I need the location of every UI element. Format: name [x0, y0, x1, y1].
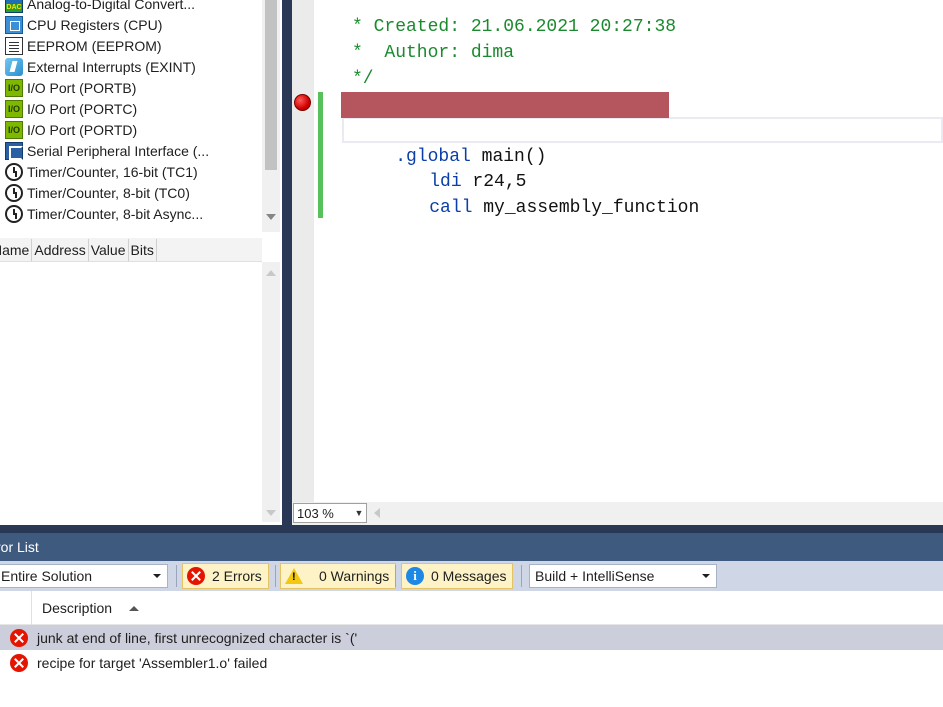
toolbar-separator [176, 565, 177, 587]
tree-item-portb[interactable]: I/O I/O Port (PORTB) [0, 77, 262, 98]
tree-item-cpu[interactable]: CPU Registers (CPU) [0, 14, 262, 35]
interrupt-icon [5, 57, 23, 76]
scope-value: Entire Solution [1, 568, 93, 584]
tree-item-label: I/O Port (PORTD) [27, 121, 138, 138]
error-list-titlebar[interactable]: Error List [0, 533, 943, 561]
error-list-toolbar: Entire Solution 2 Errors 0 Warnings 0 Me… [0, 561, 943, 591]
tree-item-label: Timer/Counter, 8-bit Async... [27, 205, 204, 222]
toolbar-separator [521, 565, 522, 587]
info-icon [406, 567, 424, 585]
register-grid: Name Address Value Bits [0, 236, 282, 524]
tree-item-tc0[interactable]: Timer/Counter, 8-bit (TC0) [0, 182, 262, 203]
tree-item-tc2[interactable]: Timer/Counter, 8-bit Async... [0, 203, 262, 224]
code-line: * Created: 21.06.2021 20:27:38 [352, 17, 677, 37]
code-line: call my_assembly_function [386, 169, 699, 218]
scope-dropdown[interactable]: Entire Solution [0, 564, 168, 588]
toolbar-separator [275, 565, 276, 587]
error-description: junk at end of line, first unrecognized … [37, 629, 358, 646]
messages-filter-button[interactable]: 0 Messages [401, 563, 514, 589]
tree-item-label: Serial Peripheral Interface (... [27, 142, 210, 159]
code-line: * Author: dima [352, 43, 515, 63]
error-row[interactable]: recipe for target 'Assembler1.o' failed [0, 650, 943, 675]
window-divider[interactable] [0, 525, 943, 533]
tree-item-exint[interactable]: External Interrupts (EXINT) [0, 56, 262, 77]
scroll-down-icon[interactable] [266, 510, 276, 516]
code-line: */ [352, 69, 374, 89]
tree-item-label: I/O Port (PORTC) [27, 100, 138, 117]
error-icon [187, 567, 205, 585]
scroll-left-icon[interactable] [374, 508, 380, 518]
eeprom-icon [5, 36, 23, 55]
zoom-dropdown[interactable]: 103 % ▼ [293, 503, 367, 523]
zoom-value: 103 % [297, 505, 334, 521]
scroll-up-icon[interactable] [266, 270, 276, 276]
build-filter-dropdown[interactable]: Build + IntelliSense [529, 564, 717, 588]
editor-footer: 103 % ▼ [292, 502, 943, 525]
breakpoint-icon[interactable] [294, 94, 311, 111]
io-port-icon: I/O [5, 120, 23, 139]
tree-item-eeprom[interactable]: EEPROM (EEPROM) [0, 35, 262, 56]
tree-item-spi[interactable]: Serial Peripheral Interface (... [0, 140, 262, 161]
warning-icon [285, 568, 303, 584]
error-list-column-header: Description [0, 591, 943, 625]
io-peripheral-tree: Analog-to-Digital Convert... CPU Registe… [0, 0, 282, 232]
tree-vertical-scrollbar[interactable] [262, 0, 280, 232]
warnings-filter-button[interactable]: 0 Warnings [280, 563, 397, 589]
column-address[interactable]: Address [32, 238, 89, 261]
timer-icon [5, 204, 23, 223]
tree-item-label: EEPROM (EEPROM) [27, 37, 162, 54]
tree-item-portc[interactable]: I/O I/O Port (PORTC) [0, 98, 262, 119]
timer-icon [5, 183, 23, 202]
build-filter-value: Build + IntelliSense [535, 568, 655, 584]
code-text: my_assembly_function [472, 198, 700, 218]
code-line: .global main() [352, 118, 546, 167]
warnings-count: 0 Warnings [319, 568, 390, 584]
error-list-title: Error List [0, 539, 39, 555]
chevron-down-icon[interactable] [702, 574, 710, 578]
column-value[interactable]: Value [89, 238, 129, 261]
io-port-icon: I/O [5, 99, 23, 118]
change-tracking-bar [318, 92, 323, 218]
column-name[interactable]: Name [0, 238, 33, 261]
errors-filter-button[interactable]: 2 Errors [182, 563, 269, 589]
tree-item-label: Timer/Counter, 8-bit (TC0) [27, 184, 190, 201]
chevron-down-icon[interactable] [153, 574, 161, 578]
breakpoint-gutter[interactable] [292, 0, 314, 502]
spi-icon [5, 141, 23, 160]
error-row[interactable]: junk at end of line, first unrecognized … [0, 625, 943, 650]
panel-splitter[interactable] [282, 0, 292, 525]
code-line-breakpoint: .extern my_assembly_function [352, 92, 697, 141]
tree-item-label: Analog-to-Digital Convert... [27, 0, 196, 12]
register-vertical-scrollbar[interactable] [262, 262, 280, 522]
column-bits[interactable]: Bits [129, 238, 157, 261]
tree-item-tc1[interactable]: Timer/Counter, 16-bit (TC1) [0, 161, 262, 182]
tree-item-label: CPU Registers (CPU) [27, 16, 163, 33]
error-icon [10, 628, 28, 647]
sort-ascending-icon [129, 606, 139, 611]
scroll-down-icon[interactable] [266, 214, 276, 220]
toolbar-separator [395, 565, 396, 587]
code-line: ldi r24,5 [386, 143, 526, 192]
code-editor[interactable]: * * Created: 21.06.2021 20:27:38 * Autho… [292, 0, 943, 502]
io-port-icon: I/O [5, 78, 23, 97]
tree-item-portd[interactable]: I/O I/O Port (PORTD) [0, 119, 262, 140]
error-icon [10, 653, 28, 672]
tree-item-label: Timer/Counter, 16-bit (TC1) [27, 163, 198, 180]
tree-item-adc[interactable]: Analog-to-Digital Convert... [0, 0, 262, 14]
chevron-down-icon[interactable]: ▼ [352, 508, 366, 518]
timer-icon [5, 162, 23, 181]
scrollbar-thumb[interactable] [265, 0, 277, 170]
messages-count: 0 Messages [431, 568, 507, 584]
error-description: recipe for target 'Assembler1.o' failed [37, 654, 268, 671]
code-keyword: call [429, 198, 473, 218]
column-description[interactable]: Description [42, 600, 112, 616]
cpu-chip-icon [5, 15, 23, 34]
column-severity[interactable] [0, 591, 32, 625]
register-grid-header: Name Address Value Bits [0, 238, 262, 262]
tree-item-label: I/O Port (PORTB) [27, 79, 137, 96]
errors-count: 2 Errors [212, 568, 262, 584]
tree-item-label: External Interrupts (EXINT) [27, 58, 196, 75]
code-line: * [352, 0, 363, 11]
dac-icon [5, 0, 23, 13]
